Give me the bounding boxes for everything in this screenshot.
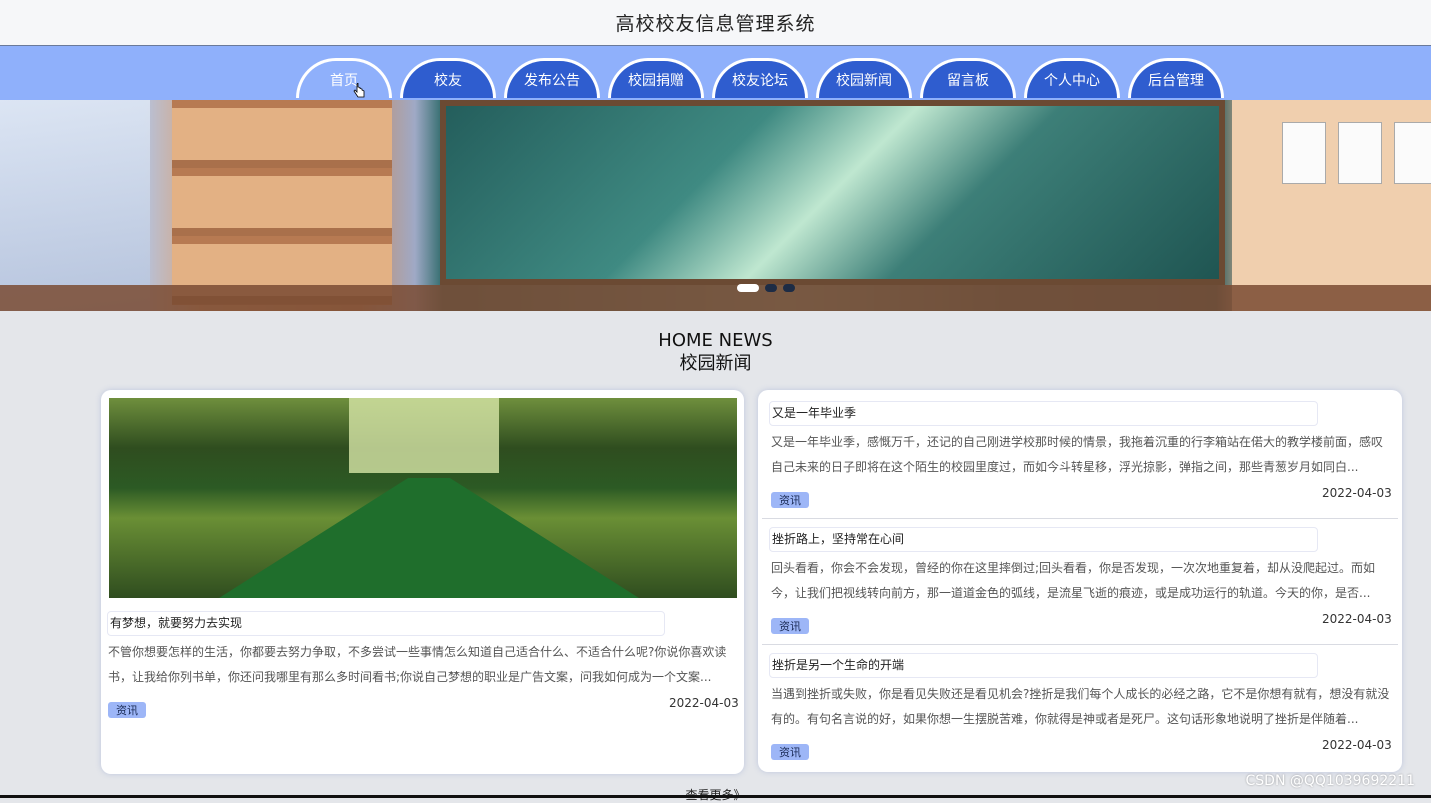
photo-road <box>219 478 639 598</box>
featured-news-date: 2022-04-03 <box>669 696 739 710</box>
carousel-dot-3[interactable] <box>783 284 795 292</box>
nav-item-alumni[interactable]: 校友 <box>400 58 496 98</box>
nav-item-donation[interactable]: 校园捐赠 <box>608 58 704 98</box>
main-nav: 首页 校友 发布公告 校园捐赠 校友论坛 校园新闻 留言板 个人中心 后台管理 <box>0 46 1431 100</box>
news-item-title[interactable]: 又是一年毕业季 <box>769 401 1318 426</box>
section-title-cn: 校园新闻 <box>679 353 752 374</box>
banner-window <box>0 100 150 311</box>
banner-bookshelf <box>172 100 392 305</box>
banner-wall <box>1232 100 1431 311</box>
banner-chalkboard <box>440 100 1225 285</box>
featured-news-title[interactable]: 有梦想，就要努力去实现 <box>107 611 665 636</box>
nav-list: 首页 校友 发布公告 校园捐赠 校友论坛 校园新闻 留言板 个人中心 后台管理 <box>296 58 1232 98</box>
news-item-title[interactable]: 挫折路上，坚持常在心间 <box>769 527 1318 552</box>
nav-item-home[interactable]: 首页 <box>296 58 392 98</box>
news-item-title[interactable]: 挫折是另一个生命的开端 <box>769 653 1318 678</box>
news-item-tag: 资讯 <box>771 492 809 508</box>
news-item-divider <box>762 518 1398 519</box>
banner-poster <box>1282 122 1326 184</box>
news-item-summary: 当遇到挫折或失败，你是看见失败还是看见机会?挫折是我们每个人成长的必经之路，它不… <box>771 687 1390 726</box>
news-item-date: 2022-04-03 <box>1322 612 1392 626</box>
news-item-date: 2022-04-03 <box>1322 486 1392 500</box>
news-list-card: 又是一年毕业季 又是一年毕业季，感慨万千，还记的自己刚进学校那时候的情景，我拖着… <box>758 390 1402 772</box>
news-item-tag: 资讯 <box>771 744 809 760</box>
nav-item-campus-news[interactable]: 校园新闻 <box>816 58 912 98</box>
banner-floor <box>0 285 1431 311</box>
news-item-summary: 又是一年毕业季，感慨万千，还记的自己刚进学校那时候的情景，我拖着沉重的行李箱站在… <box>771 435 1384 474</box>
carousel-indicators <box>737 284 795 292</box>
carousel-dot-1[interactable] <box>737 284 759 292</box>
news-item-summary: 回头看看，你会不会发现，曾经的你在这里摔倒过;回头看看，你是否发现，一次次地重复… <box>771 561 1376 600</box>
carousel-banner[interactable] <box>0 100 1431 311</box>
page-bottom-border <box>0 795 1431 798</box>
csdn-watermark: CSDN @QQ1039692211 <box>1245 773 1415 789</box>
news-item-date: 2022-04-03 <box>1322 738 1392 752</box>
news-section-heading: HOME NEWS 校园新闻 <box>0 330 1431 376</box>
nav-item-personal-center[interactable]: 个人中心 <box>1024 58 1120 98</box>
featured-news-image[interactable] <box>109 398 737 598</box>
banner-poster <box>1394 122 1431 184</box>
carousel-dot-2[interactable] <box>765 284 777 292</box>
nav-item-announcement[interactable]: 发布公告 <box>504 58 600 98</box>
site-header: 高校校友信息管理系统 <box>0 0 1431 46</box>
hand-cursor-icon <box>353 83 365 98</box>
nav-item-forum[interactable]: 校友论坛 <box>712 58 808 98</box>
news-item-tag: 资讯 <box>771 618 809 634</box>
banner-poster <box>1338 122 1382 184</box>
featured-news-card[interactable]: 有梦想，就要努力去实现 不管你想要怎样的生活，你都要去努力争取，不多尝试一些事情… <box>101 390 744 774</box>
nav-item-message-board[interactable]: 留言板 <box>920 58 1016 98</box>
photo-sky <box>349 398 499 473</box>
site-title: 高校校友信息管理系统 <box>615 13 816 35</box>
featured-news-tag: 资讯 <box>108 702 146 718</box>
section-title-en: HOME NEWS <box>658 330 773 351</box>
featured-news-summary: 不管你想要怎样的生活，你都要去努力争取，不多尝试一些事情怎么知道自己适合什么、不… <box>108 645 727 684</box>
nav-item-admin[interactable]: 后台管理 <box>1128 58 1224 98</box>
news-item-divider <box>762 644 1398 645</box>
